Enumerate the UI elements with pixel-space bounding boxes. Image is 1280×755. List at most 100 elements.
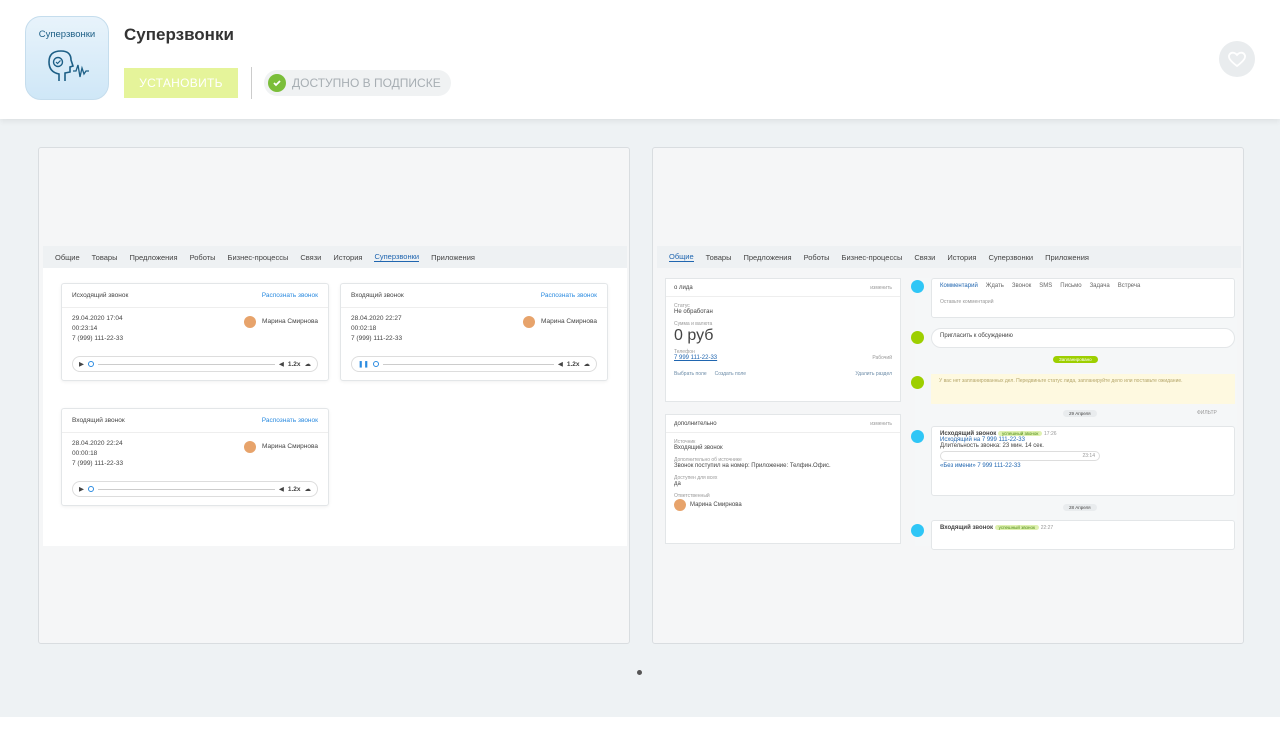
edit-link: изменить [870, 284, 892, 291]
info-icon [911, 376, 924, 389]
activity-tab-email: Письмо [1060, 283, 1082, 289]
delete-section-link: Удалить раздел [855, 371, 892, 377]
tab-links: Связи [914, 252, 936, 262]
date-divider: 28 Апреля [1063, 504, 1097, 511]
crm-tabs: Общие Товары Предложения Роботы Бизнес-п… [657, 246, 1241, 268]
call-phone: 7 (999) 111-22-33 [72, 460, 124, 467]
success-tag: успешный звонок [997, 431, 1043, 436]
filter-button: ФИЛЬТР [1197, 410, 1217, 416]
recognize-link: Распознать звонок [540, 292, 597, 299]
activity-tab-comment: Комментарий [940, 283, 978, 289]
avatar [674, 499, 686, 511]
call-type: Входящий звонок [351, 292, 404, 299]
audio-player: ▶ ◀ 1.2x ☁ [72, 356, 318, 372]
tab-supercalls: Суперзвонки [988, 252, 1034, 262]
tab-general: Общие [669, 252, 694, 262]
seek-bar [98, 363, 275, 365]
tab-products: Товары [705, 252, 732, 262]
call-type: Входящий звонок [72, 417, 125, 424]
tab-offers: Предложения [129, 252, 178, 262]
speed-label: 1.2x [287, 485, 301, 493]
avatar [244, 316, 257, 328]
invite-icon [911, 331, 924, 344]
call-type: Исходящий звонок [72, 292, 129, 299]
pause-icon: ❚❚ [358, 361, 369, 368]
recognize-link: Распознать звонок [261, 292, 318, 299]
download-icon: ☁ [304, 361, 312, 368]
favorite-button[interactable] [1219, 41, 1255, 77]
app-title: Суперзвонки [124, 25, 234, 44]
phone-icon [911, 524, 924, 537]
seek-knob [88, 361, 94, 367]
activity-editor: Комментарий Ждать Звонок SMS Письмо Зада… [931, 278, 1235, 318]
app-logo: Суперзвонки [25, 16, 109, 100]
entry-duration: Длительность звонка: 23 мин. 14 сек. [940, 443, 1044, 449]
call-entry: Исходящий звонок успешный звонок 17:26 И… [931, 426, 1235, 496]
tab-apps: Приложения [1045, 252, 1089, 262]
agent-name: Марина Смирнова [262, 443, 318, 450]
tab-links: Связи [300, 252, 322, 262]
tab-supercalls: Суперзвонки [374, 252, 420, 262]
subscription-label: ДОСТУПНО В ПОДПИСКЕ [292, 76, 441, 90]
activity-tab-call: Звонок [1011, 283, 1032, 289]
agent-name: Марина Смирнова [541, 318, 597, 325]
play-icon: ▶ [79, 361, 84, 368]
crm-tabs: Общие Товары Предложения Роботы Бизнес-п… [43, 246, 627, 268]
tab-general: Общие [55, 252, 80, 262]
tab-robots: Роботы [189, 252, 216, 262]
volume-icon: ◀ [278, 486, 284, 493]
screenshot-1[interactable]: Общие Товары Предложения Роботы Бизнес-п… [38, 147, 630, 644]
app-logo-text: Суперзвонки [38, 29, 96, 40]
section-title: о лида [674, 284, 693, 291]
edit-link: изменить [870, 420, 892, 427]
entry-time: 17:26 [1044, 431, 1057, 437]
install-button[interactable]: УСТАНОВИТЬ [124, 68, 238, 98]
call-card: Входящий звонок Распознать звонок 28.04.2… [340, 283, 608, 381]
date-divider: 29 Апреля [1063, 410, 1097, 417]
status-value: Не обработан [674, 309, 713, 315]
call-phone: 7 (999) 111-22-33 [72, 335, 124, 342]
play-icon: ▶ [79, 486, 84, 493]
call-phone: 7 (999) 111-22-33 [351, 335, 403, 342]
subscription-badge: ДОСТУПНО В ПОДПИСКЕ [264, 70, 451, 96]
tab-apps: Приложения [431, 252, 475, 262]
entry-contact: «Без имени» 7 999 111-22-33 [940, 463, 1021, 469]
app-header: Суперзвонки Суперзвонки УСТАНОВИТЬ ДОСТУ… [0, 0, 1280, 119]
source-value: Входящий звонок [674, 445, 723, 451]
screenshot-2[interactable]: Общие Товары Предложения Роботы Бизнес-п… [652, 147, 1244, 644]
success-tag: успешный звонок [994, 525, 1040, 530]
tab-products: Товары [91, 252, 118, 262]
activity-tab-task: Задача [1089, 283, 1110, 289]
select-field-link: Выбрать поле [674, 371, 707, 377]
recognize-link: Распознать звонок [261, 417, 318, 424]
chat-icon [911, 280, 924, 293]
calls-panel: Исходящий звонок Распознать звонок 29.04.… [43, 268, 627, 546]
audio-player: ▶ ◀ 1.2x ☁ [72, 481, 318, 497]
avatar [523, 316, 536, 328]
footer-area [0, 717, 1280, 755]
phone-icon [911, 430, 924, 443]
invite-row: Пригласить к обсуждению [931, 328, 1235, 348]
seek-knob [88, 486, 94, 492]
call-entry: Входящий звонок успешный звонок 22:27 [931, 520, 1235, 550]
agent-name: Марина Смирнова [262, 318, 318, 325]
voice-head-icon [48, 50, 89, 81]
carousel-dot[interactable] [637, 670, 642, 675]
tab-history: История [947, 252, 977, 262]
call-card: Входящий звонок Распознать звонок 28.04.2… [61, 408, 329, 506]
create-field-link: Создать поле [714, 371, 747, 377]
no-tasks-notice: У вас нет запланированных дел. Передвинь… [931, 374, 1235, 404]
download-icon: ☁ [304, 486, 312, 493]
tab-bizproc: Бизнес-процессы [841, 252, 903, 262]
call-card: Исходящий звонок Распознать звонок 29.04.… [61, 283, 329, 381]
comment-placeholder: Оставьте комментарий [940, 299, 994, 305]
section-title: дополнительно [674, 420, 717, 427]
activity-tab-sms: SMS [1039, 283, 1053, 289]
planned-badge: Запланировано [1053, 356, 1098, 363]
activity-tabs: Комментарий Ждать Звонок SMS Письмо Зада… [940, 283, 1226, 289]
access-value: да [674, 481, 681, 487]
phone-value: 7 999 111-22-33 [674, 355, 718, 361]
activity-tab-meeting: Встреча [1117, 283, 1141, 289]
phone-type: Рабочий [872, 355, 892, 361]
seek-bar [98, 488, 275, 490]
